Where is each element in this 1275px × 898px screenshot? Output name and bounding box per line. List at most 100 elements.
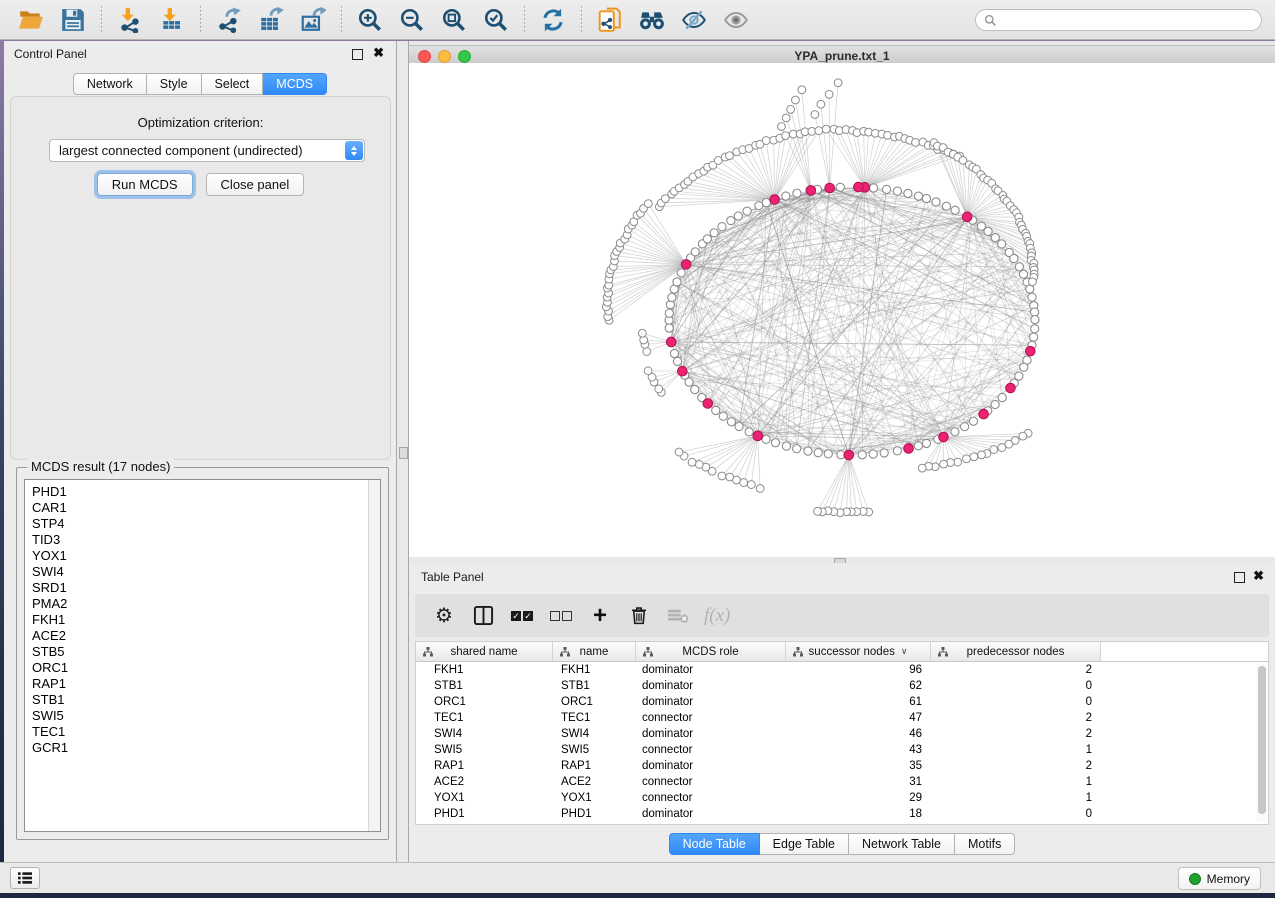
- tab-mcds[interactable]: MCDS: [263, 73, 327, 95]
- table-toolbar: ⚙ ✓✓ + f(x): [415, 594, 1269, 637]
- attribute-icon: [938, 647, 948, 657]
- tab-node-table[interactable]: Node Table: [669, 833, 760, 855]
- column-header-predecessor-nodes[interactable]: predecessor nodes: [931, 642, 1101, 662]
- table-body: FKH1FKH1dominator962STB1STB1dominator620…: [416, 662, 1268, 822]
- import-table-icon[interactable]: [157, 5, 187, 35]
- table-row[interactable]: PHD1PHD1dominator180: [416, 806, 1268, 822]
- cell-shared-name: YOX1: [416, 790, 553, 806]
- open-folder-icon[interactable]: [16, 5, 46, 35]
- list-item: TEC1: [25, 724, 380, 740]
- close-panel-icon[interactable]: ✖: [373, 46, 384, 60]
- mcds-result-group: MCDS result (17 nodes) PHD1CAR1STP4TID3Y…: [16, 467, 389, 840]
- tab-style[interactable]: Style: [147, 73, 202, 95]
- cell-predecessor-nodes: 1: [931, 790, 1101, 806]
- vertical-splitter[interactable]: [397, 41, 409, 862]
- export-table-icon[interactable]: [256, 5, 286, 35]
- eye-icon[interactable]: [721, 5, 751, 35]
- optimization-select[interactable]: largest connected component (undirected): [49, 139, 365, 162]
- cell-predecessor-nodes: 1: [931, 742, 1101, 758]
- cell-MCDS-role: connector: [636, 710, 786, 726]
- run-mcds-button[interactable]: Run MCDS: [97, 173, 193, 196]
- tab-motifs[interactable]: Motifs: [955, 833, 1015, 855]
- save-icon[interactable]: [58, 5, 88, 35]
- tab-select[interactable]: Select: [202, 73, 264, 95]
- list-item: ORC1: [25, 660, 380, 676]
- cell-MCDS-role: dominator: [636, 726, 786, 742]
- cell-shared-name: ORC1: [416, 694, 553, 710]
- network-window: YPA_prune.txt_1: [409, 41, 1275, 557]
- import-network-icon[interactable]: [115, 5, 145, 35]
- eye-hidden-icon[interactable]: [679, 5, 709, 35]
- optimization-label: Optimization criterion:: [11, 115, 390, 130]
- table-tabs: Node TableEdge TableNetwork TableMotifs: [409, 833, 1275, 855]
- export-image-icon[interactable]: [298, 5, 328, 35]
- function-builder-icon: f(x): [704, 605, 730, 627]
- cell-name: SWI5: [553, 742, 636, 758]
- table-scrollbar[interactable]: [1256, 664, 1267, 822]
- cell-MCDS-role: dominator: [636, 662, 786, 678]
- list-item: FKH1: [25, 612, 380, 628]
- select-all-columns-icon[interactable]: ✓✓: [509, 603, 535, 629]
- network-title: YPA_prune.txt_1: [409, 49, 1275, 63]
- table-row[interactable]: TEC1TEC1connector472: [416, 710, 1268, 726]
- main-toolbar: [0, 0, 1275, 40]
- close-panel-button[interactable]: Close panel: [206, 173, 305, 196]
- table-row[interactable]: RAP1RAP1dominator352: [416, 758, 1268, 774]
- mcds-result-list[interactable]: PHD1CAR1STP4TID3YOX1SWI4SRD1PMA2FKH1ACE2…: [24, 479, 381, 832]
- column-header-successor-nodes[interactable]: successor nodes ∨: [786, 642, 931, 662]
- cell-predecessor-nodes: 0: [931, 694, 1101, 710]
- table-header: shared namenameMCDS rolesuccessor nodes …: [416, 642, 1268, 662]
- memory-button[interactable]: Memory: [1178, 867, 1261, 890]
- close-panel-icon[interactable]: ✖: [1253, 569, 1264, 583]
- list-scrollbar[interactable]: [368, 480, 380, 831]
- mcds-result-title: MCDS result (17 nodes): [27, 459, 174, 474]
- zoom-out-icon[interactable]: [397, 5, 427, 35]
- toolbar-separator: [341, 6, 342, 34]
- table-settings-icon[interactable]: ⚙: [431, 603, 457, 629]
- panel-menu-icon[interactable]: [10, 867, 40, 889]
- zoom-selected-icon[interactable]: [481, 5, 511, 35]
- float-panel-icon[interactable]: [1234, 572, 1245, 583]
- cell-MCDS-role: connector: [636, 774, 786, 790]
- list-item: GCR1: [25, 740, 380, 756]
- column-header-shared-name[interactable]: shared name: [416, 642, 553, 662]
- table-row[interactable]: STB1STB1dominator620: [416, 678, 1268, 694]
- column-header-MCDS-role[interactable]: MCDS role: [636, 642, 786, 662]
- split-panel-icon[interactable]: [470, 603, 496, 629]
- control-panel: Control Panel ✖ NetworkStyleSelectMCDS O…: [4, 41, 397, 862]
- splitter-handle[interactable]: [399, 447, 408, 459]
- toolbar-separator: [581, 6, 582, 34]
- list-item: RAP1: [25, 676, 380, 692]
- share-document-icon[interactable]: [595, 5, 625, 35]
- table-row[interactable]: YOX1YOX1connector291: [416, 790, 1268, 806]
- unselect-all-columns-icon[interactable]: [548, 603, 574, 629]
- mcds-panel: Optimization criterion: largest connecte…: [10, 96, 391, 460]
- search-input[interactable]: [1002, 12, 1261, 28]
- cell-shared-name: TEC1: [416, 710, 553, 726]
- network-canvas[interactable]: [409, 63, 1275, 557]
- table-row[interactable]: SWI4SWI4dominator462: [416, 726, 1268, 742]
- tab-edge-table[interactable]: Edge Table: [760, 833, 849, 855]
- cell-shared-name: SWI4: [416, 726, 553, 742]
- cell-predecessor-nodes: 2: [931, 726, 1101, 742]
- memory-status-icon: [1189, 873, 1201, 885]
- refresh-icon[interactable]: [538, 5, 568, 35]
- table-row[interactable]: SWI5SWI5connector431: [416, 742, 1268, 758]
- export-network-icon[interactable]: [214, 5, 244, 35]
- table-row[interactable]: ORC1ORC1dominator610: [416, 694, 1268, 710]
- network-graph[interactable]: [409, 63, 1275, 557]
- tab-network-table[interactable]: Network Table: [849, 833, 955, 855]
- zoom-fit-icon[interactable]: [439, 5, 469, 35]
- delete-column-icon[interactable]: [626, 603, 652, 629]
- column-header-name[interactable]: name: [553, 642, 636, 662]
- tab-network[interactable]: Network: [73, 73, 147, 95]
- table-row[interactable]: ACE2ACE2connector311: [416, 774, 1268, 790]
- add-column-icon[interactable]: +: [587, 603, 613, 629]
- list-item: TID3: [25, 532, 380, 548]
- cell-predecessor-nodes: 0: [931, 678, 1101, 694]
- table-row[interactable]: FKH1FKH1dominator962: [416, 662, 1268, 678]
- binoculars-icon[interactable]: [637, 5, 667, 35]
- control-panel-title: Control Panel: [14, 47, 87, 61]
- float-panel-icon[interactable]: [352, 49, 363, 60]
- zoom-in-icon[interactable]: [355, 5, 385, 35]
